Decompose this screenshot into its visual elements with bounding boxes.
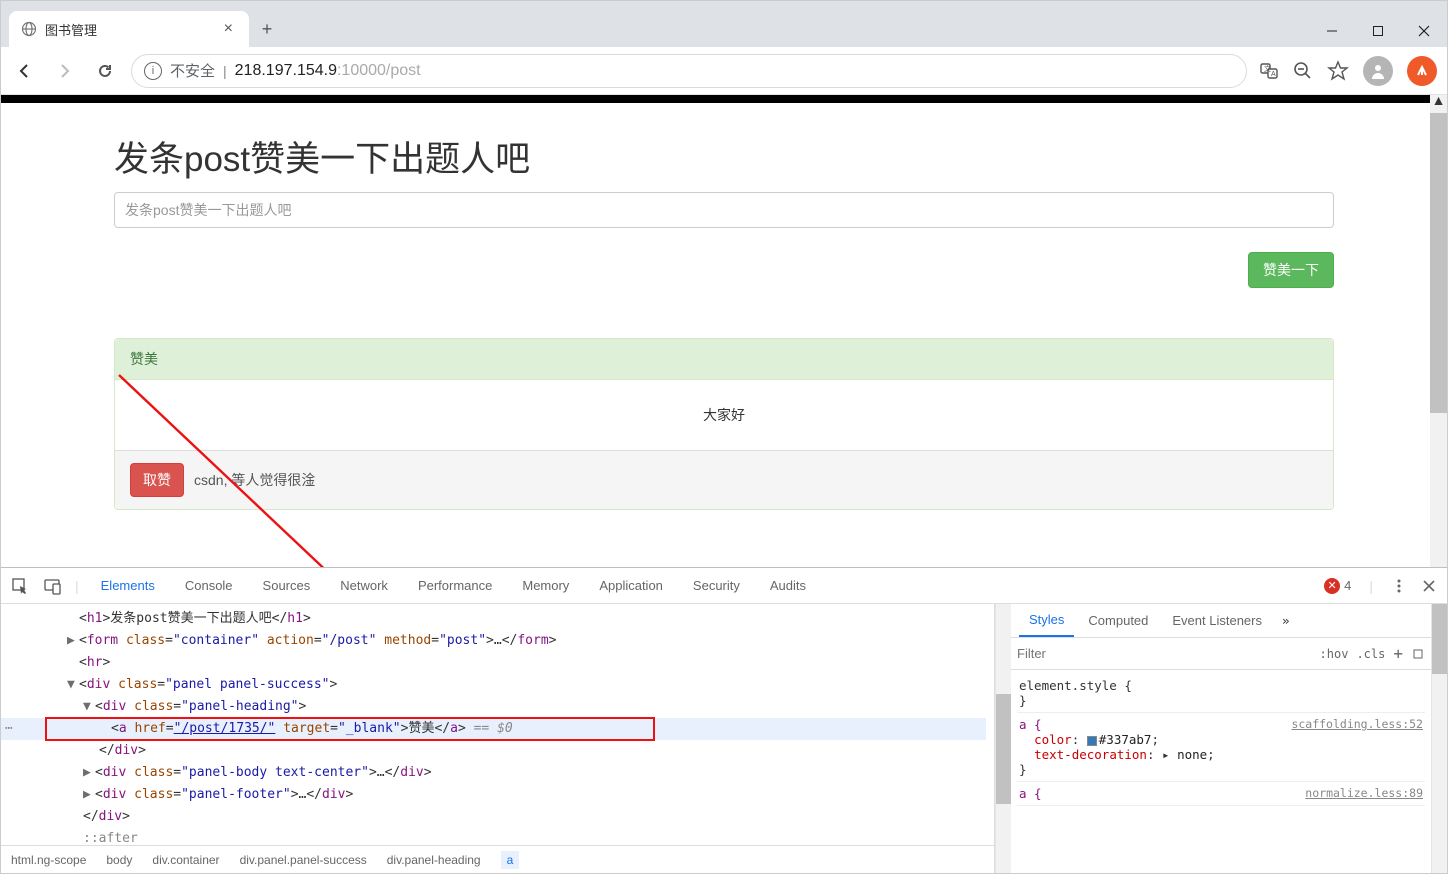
browser-window: 图书管理 × + i 不安全 | 218.197.154.9:10000/pos… [0, 0, 1448, 874]
tab-security[interactable]: Security [685, 568, 748, 603]
pin-icon[interactable] [1411, 647, 1425, 661]
devtools: | Elements Console Sources Network Perfo… [1, 567, 1447, 873]
tab-elements[interactable]: Elements [93, 568, 163, 603]
vertical-scrollbar[interactable]: ▲ [1430, 95, 1447, 567]
close-devtools-icon[interactable] [1421, 578, 1437, 594]
close-window-button[interactable] [1401, 15, 1447, 47]
tab-console[interactable]: Console [177, 568, 241, 603]
device-mode-icon[interactable] [43, 577, 61, 595]
kebab-icon[interactable] [1391, 578, 1407, 594]
url-field[interactable]: i 不安全 | 218.197.154.9:10000/post [131, 54, 1247, 88]
translate-icon[interactable]: 文A [1259, 61, 1279, 81]
submit-button[interactable]: 赞美一下 [1248, 252, 1334, 288]
plus-icon: + [262, 19, 273, 40]
insecure-label: 不安全 [170, 60, 215, 81]
errors-badge[interactable]: ✕4 [1324, 578, 1351, 594]
info-icon: i [144, 62, 162, 80]
tab-listeners[interactable]: Event Listeners [1162, 604, 1272, 637]
navbar-black [1, 95, 1447, 103]
extension-icon[interactable] [1407, 56, 1437, 86]
styles-filter-input[interactable] [1017, 646, 1312, 661]
forward-button[interactable] [51, 57, 79, 85]
new-tab-button[interactable]: + [249, 11, 285, 47]
footer-text: csdn, 等人觉得很淦 [194, 470, 315, 490]
tab-network[interactable]: Network [332, 568, 396, 603]
back-button[interactable] [11, 57, 39, 85]
url-text: 218.197.154.9:10000/post [235, 62, 421, 80]
panel-body: 大家好 [115, 380, 1333, 450]
panel-footer: 取赞 csdn, 等人觉得很淦 [115, 450, 1333, 509]
tab-computed[interactable]: Computed [1078, 604, 1158, 637]
tab-title: 图书管理 [45, 20, 212, 39]
svg-text:文: 文 [1264, 64, 1271, 73]
panel-heading-link[interactable]: 赞美 [130, 351, 158, 367]
tab-application[interactable]: Application [591, 568, 671, 603]
zoom-out-icon[interactable] [1293, 61, 1313, 81]
styles-tabs: Styles Computed Event Listeners » [1011, 604, 1431, 638]
titlebar: 图书管理 × + [1, 1, 1447, 47]
annotation-box [45, 717, 655, 741]
tab-performance[interactable]: Performance [410, 568, 500, 603]
hov-toggle[interactable]: :hov [1320, 647, 1349, 661]
tab-audits[interactable]: Audits [762, 568, 814, 603]
cls-toggle[interactable]: .cls [1356, 647, 1385, 661]
dom-tree[interactable]: <h1>发条post赞美一下出题人吧</h1> ▶<form class="co… [1, 604, 994, 845]
minimize-button[interactable] [1309, 15, 1355, 47]
devtools-tabs: | Elements Console Sources Network Perfo… [1, 568, 1447, 604]
svg-text:A: A [1271, 71, 1276, 78]
post-panel: 赞美 大家好 取赞 csdn, 等人觉得很淦 [114, 338, 1334, 510]
window-controls [1309, 11, 1447, 47]
bookmark-icon[interactable] [1327, 60, 1349, 82]
filter-row: :hov .cls + [1011, 638, 1431, 670]
tab-sources[interactable]: Sources [255, 568, 319, 603]
unlike-button[interactable]: 取赞 [130, 463, 184, 497]
browser-tab[interactable]: 图书管理 × [9, 11, 249, 47]
tab-styles[interactable]: Styles [1019, 604, 1074, 637]
reload-button[interactable] [91, 57, 119, 85]
breadcrumb[interactable]: html.ng-scope body div.container div.pan… [1, 845, 994, 873]
devtools-body: <h1>发条post赞美一下出题人吧</h1> ▶<form class="co… [1, 604, 1447, 873]
tab-memory[interactable]: Memory [514, 568, 577, 603]
post-input[interactable] [114, 192, 1334, 228]
more-tabs-icon[interactable]: » [1276, 613, 1296, 628]
urlbar: i 不安全 | 218.197.154.9:10000/post 文A [1, 47, 1447, 95]
panel-heading: 赞美 [115, 339, 1333, 380]
globe-icon [21, 21, 37, 37]
close-icon[interactable]: × [220, 20, 237, 38]
inspect-icon[interactable] [11, 577, 29, 595]
page-title: 发条post赞美一下出题人吧 [114, 131, 1334, 182]
viewport: 发条post赞美一下出题人吧 赞美一下 赞美 大家好 取赞 csdn, 等人觉得… [1, 95, 1447, 567]
dom-panel: <h1>发条post赞美一下出题人吧</h1> ▶<form class="co… [1, 604, 995, 873]
styles-scrollbar[interactable] [1431, 604, 1447, 873]
maximize-button[interactable] [1355, 15, 1401, 47]
styles-rules[interactable]: element.style {} scaffolding.less:52 a {… [1011, 670, 1431, 873]
dom-scrollbar[interactable] [995, 604, 1011, 873]
profile-icon[interactable] [1363, 56, 1393, 86]
styles-panel: Styles Computed Event Listeners » :hov .… [1011, 604, 1431, 873]
tab-strip: 图书管理 × + [1, 1, 1309, 47]
add-rule-icon[interactable]: + [1393, 644, 1403, 663]
